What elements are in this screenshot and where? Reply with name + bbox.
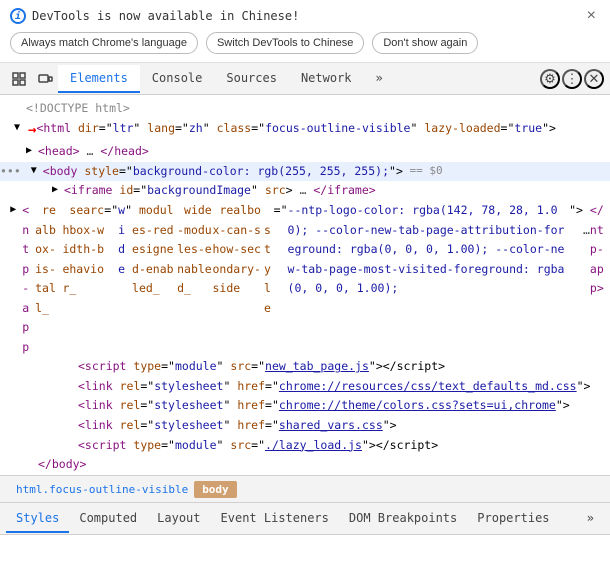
tab-sources[interactable]: Sources <box>214 65 289 93</box>
tree-line-doctype: <!DOCTYPE html> <box>0 99 610 119</box>
tree-line-body[interactable]: ••• <body style="background-color: rgb(2… <box>0 162 610 182</box>
notification-title-row: i DevTools is now available in Chinese! … <box>10 8 600 24</box>
arrow-body[interactable] <box>31 162 43 179</box>
switch-chinese-button[interactable]: Switch DevTools to Chinese <box>206 32 364 54</box>
tab-console[interactable]: Console <box>140 65 215 93</box>
tree-line-link2[interactable]: <link rel="stylesheet" href="chrome://th… <box>0 396 610 416</box>
tree-line-link1[interactable]: <link rel="stylesheet" href="chrome://re… <box>0 377 610 397</box>
red-arrow-indicator: → <box>28 119 36 143</box>
breadcrumb-bar: html.focus-outline-visible body <box>0 475 610 503</box>
devtools-right-icons: ⚙ ⋮ ✕ <box>540 69 604 89</box>
html-tree-panel[interactable]: <!DOCTYPE html> → <html dir="ltr" lang="… <box>0 95 610 475</box>
bottom-tab-computed[interactable]: Computed <box>69 505 147 533</box>
more-options-icon[interactable]: ⋮ <box>562 69 582 89</box>
breadcrumb-body[interactable]: body <box>194 481 237 498</box>
bottom-tab-dom-breakpoints[interactable]: DOM Breakpoints <box>339 505 467 533</box>
tab-network[interactable]: Network <box>289 65 364 93</box>
arrow-head[interactable] <box>26 142 38 159</box>
device-toolbar-icon[interactable] <box>32 67 58 91</box>
devtools-tabs-bar: Elements Console Sources Network » ⚙ ⋮ ✕ <box>0 63 610 95</box>
tree-line-script1[interactable]: <script type="module" src="new_tab_page.… <box>0 357 610 377</box>
tree-line-iframe[interactable]: <iframe id="backgroundImage" src> … </if… <box>0 181 610 201</box>
bottom-tab-styles[interactable]: Styles <box>6 505 69 533</box>
tree-line-html[interactable]: → <html dir="ltr" lang="zh" class="focus… <box>0 119 610 143</box>
tree-line-head[interactable]: <head> … </head> <box>0 142 610 162</box>
arrow-ntp[interactable] <box>10 201 22 218</box>
tree-line-close-body: </body> <box>0 455 610 475</box>
notification-bar: i DevTools is now available in Chinese! … <box>0 0 610 63</box>
tab-elements[interactable]: Elements <box>58 65 140 93</box>
notification-text: DevTools is now available in Chinese! <box>32 9 299 23</box>
close-devtools-icon[interactable]: ✕ <box>584 69 604 89</box>
tree-line-ntp-app[interactable]: <ntp-app realbox-is-tall_ searchbox-widt… <box>0 201 610 357</box>
bottom-tab-properties[interactable]: Properties <box>467 505 559 533</box>
arrow-html[interactable] <box>14 119 26 136</box>
dont-show-button[interactable]: Don't show again <box>372 32 478 54</box>
info-icon: i <box>10 8 26 24</box>
bottom-tab-more[interactable]: » <box>577 505 604 533</box>
bottom-tab-layout[interactable]: Layout <box>147 505 210 533</box>
notification-buttons: Always match Chrome's language Switch De… <box>10 32 600 54</box>
tree-line-link3[interactable]: <link rel="stylesheet" href="shared_vars… <box>0 416 610 436</box>
settings-icon[interactable]: ⚙ <box>540 69 560 89</box>
bottom-tabs-bar: Styles Computed Layout Event Listeners D… <box>0 503 610 535</box>
breadcrumb-html[interactable]: html.focus-outline-visible <box>10 481 194 498</box>
tab-more[interactable]: » <box>364 65 395 93</box>
match-language-button[interactable]: Always match Chrome's language <box>10 32 198 54</box>
select-element-icon[interactable] <box>6 67 32 91</box>
tree-line-script2[interactable]: <script type="module" src="./lazy_load.j… <box>0 436 610 456</box>
bottom-tab-event-listeners[interactable]: Event Listeners <box>211 505 339 533</box>
arrow-iframe[interactable] <box>52 181 64 198</box>
close-notification-button[interactable]: × <box>583 8 600 24</box>
